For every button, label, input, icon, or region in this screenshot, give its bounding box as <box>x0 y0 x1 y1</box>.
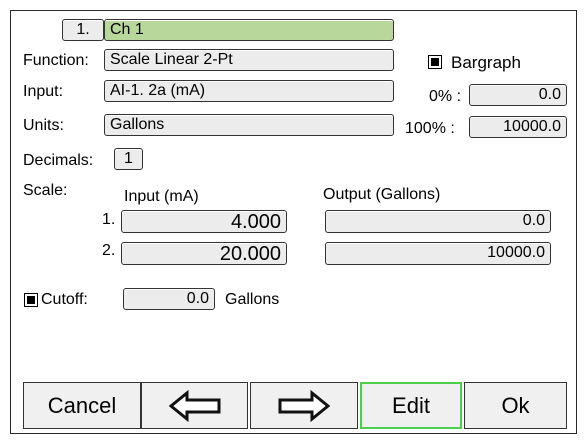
bargraph-checkbox[interactable] <box>428 55 442 69</box>
cutoff-label: Cutoff: <box>41 291 88 308</box>
function-label: Function: <box>23 52 89 69</box>
channel-number-field[interactable]: 1. <box>62 19 104 41</box>
cutoff-unit: Gallons <box>225 291 280 308</box>
edit-label: Edit <box>392 392 430 418</box>
left-arrow-icon <box>168 389 221 422</box>
channel-name-field[interactable]: Ch 1 <box>104 19 394 41</box>
bargraph-zero-field[interactable]: 0.0 <box>469 84 567 106</box>
right-arrow-icon <box>278 389 330 422</box>
bargraph-label: Bargraph <box>451 53 521 72</box>
previous-button[interactable] <box>141 382 248 429</box>
cancel-label: Cancel <box>47 392 117 418</box>
channel-settings-panel: 1. Ch 1 Function: Scale Linear 2-Pt Inpu… <box>10 10 577 434</box>
cutoff-field[interactable]: 0.0 <box>123 288 215 310</box>
bargraph-full-label: 100% : <box>405 120 455 137</box>
scale-label: Scale: <box>23 182 68 199</box>
function-field[interactable]: Scale Linear 2-Pt <box>104 49 394 71</box>
bargraph-full-field[interactable]: 10000.0 <box>469 116 567 138</box>
decimals-field[interactable]: 1 <box>114 148 143 170</box>
next-button[interactable] <box>250 382 358 429</box>
cutoff-checkbox[interactable] <box>24 293 38 307</box>
units-label: Units: <box>23 117 64 134</box>
decimals-label: Decimals: <box>23 152 94 169</box>
units-field[interactable]: Gallons <box>104 114 394 136</box>
scale-row-index: 1. <box>102 211 116 228</box>
cancel-button[interactable]: Cancel <box>23 382 141 429</box>
scale-output-header: Output (Gallons) <box>323 186 441 203</box>
scale-input-field-1[interactable]: 4.000 <box>121 210 287 233</box>
scale-output-field-1[interactable]: 0.0 <box>325 210 551 233</box>
ok-button[interactable]: Ok <box>464 382 567 429</box>
edit-button[interactable]: Edit <box>360 382 462 429</box>
scale-input-header: Input (mA) <box>124 188 199 205</box>
input-label: Input: <box>23 83 64 100</box>
bargraph-zero-label: 0% : <box>429 88 462 105</box>
scale-row-index: 2. <box>102 242 116 259</box>
ok-label: Ok <box>501 392 530 418</box>
scale-output-field-2[interactable]: 10000.0 <box>325 242 551 265</box>
input-field[interactable]: AI-1. 2a (mA) <box>104 80 394 102</box>
scale-input-field-2[interactable]: 20.000 <box>121 242 287 265</box>
